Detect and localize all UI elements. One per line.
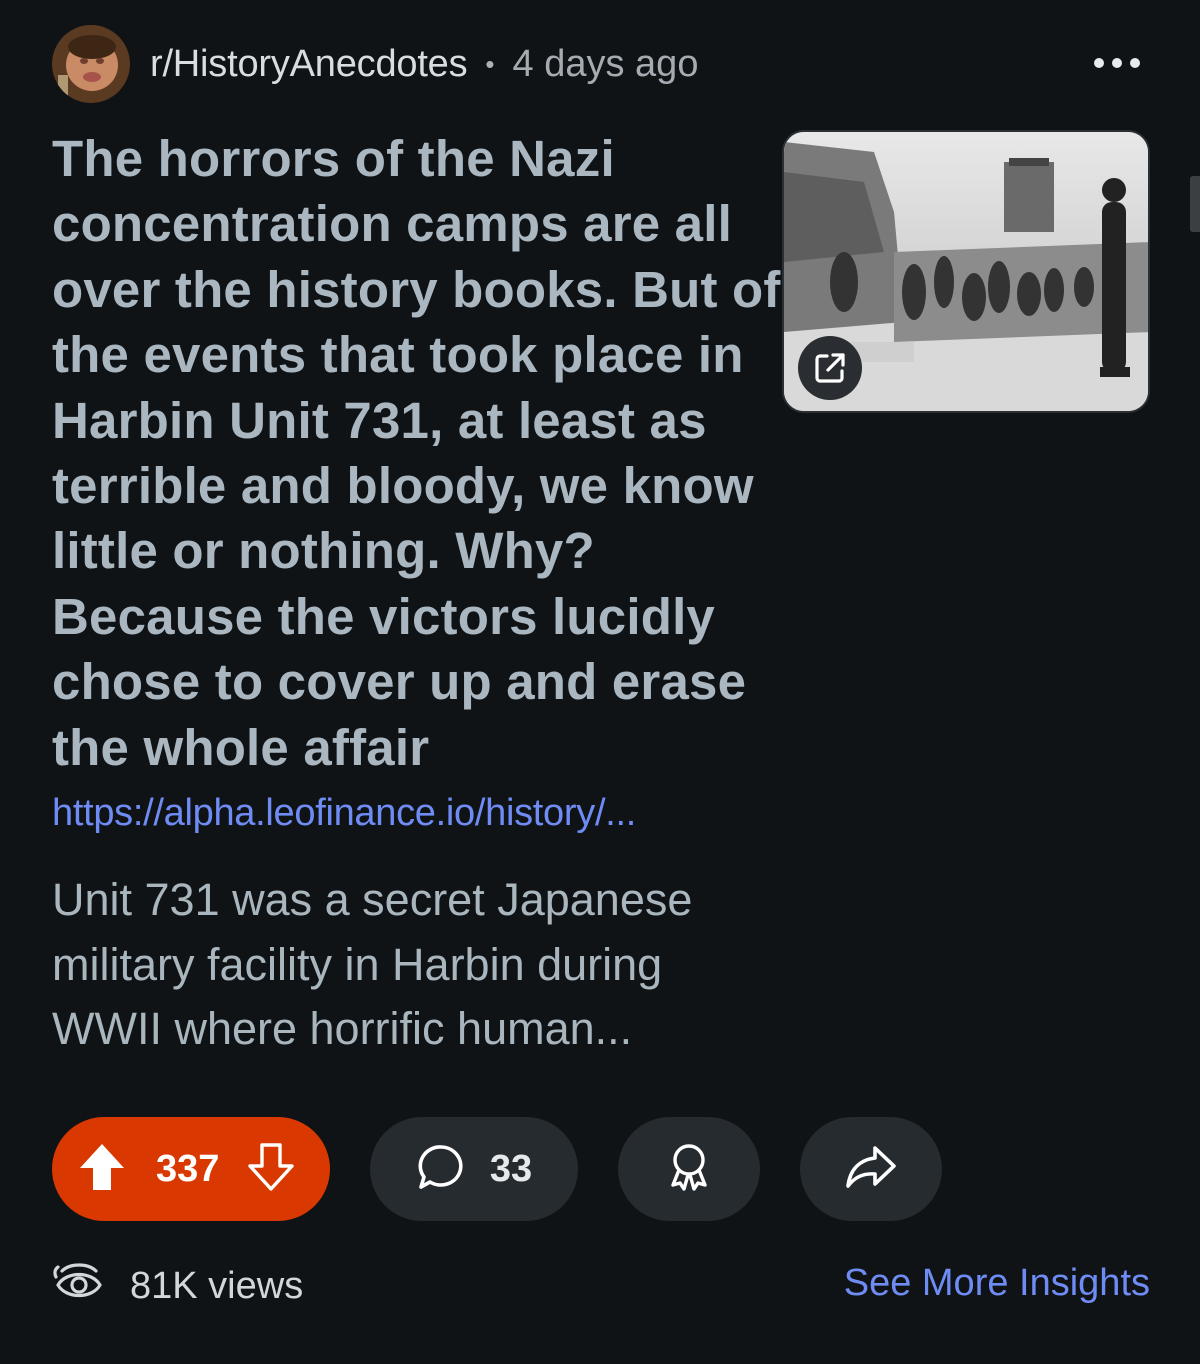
link-thumbnail[interactable]	[782, 130, 1150, 413]
vote-pill: 337	[52, 1117, 330, 1221]
award-ribbon-icon	[665, 1141, 713, 1198]
views-eye-icon	[52, 1259, 106, 1314]
downvote-arrow-icon[interactable]	[247, 1142, 295, 1197]
scrollbar[interactable]	[1190, 176, 1200, 232]
comments-button[interactable]: 33	[370, 1117, 578, 1221]
comments-count: 33	[489, 1147, 533, 1190]
post-header: r/HistoryAnecdotes • 4 days ago	[52, 24, 1150, 104]
post-link[interactable]: https://alpha.leofinance.io/history/...	[52, 792, 636, 835]
post-body-preview[interactable]: Unit 731 was a secret Japanese military …	[52, 868, 772, 1062]
subreddit-avatar[interactable]	[52, 25, 130, 103]
views-count: 81K views	[130, 1264, 304, 1307]
share-arrow-icon	[844, 1144, 898, 1195]
vote-score: 337	[156, 1147, 220, 1190]
see-more-insights-link[interactable]: See More Insights	[844, 1262, 1150, 1305]
action-bar: 337 33	[52, 1117, 942, 1221]
post-title[interactable]: The horrors of the Nazi concentration ca…	[52, 126, 782, 780]
award-button[interactable]	[618, 1117, 760, 1221]
more-options-icon[interactable]	[1094, 48, 1140, 78]
subreddit-name[interactable]: r/HistoryAnecdotes	[150, 43, 468, 86]
upvote-arrow-icon[interactable]	[78, 1142, 126, 1197]
external-link-icon[interactable]	[798, 336, 862, 400]
views-row: 81K views	[52, 1258, 303, 1314]
meta-separator: •	[485, 48, 495, 79]
share-button[interactable]	[800, 1117, 942, 1221]
post-card: r/HistoryAnecdotes • 4 days ago The horr…	[0, 0, 1200, 1364]
comment-bubble-icon	[416, 1142, 466, 1197]
post-age: 4 days ago	[512, 42, 699, 85]
